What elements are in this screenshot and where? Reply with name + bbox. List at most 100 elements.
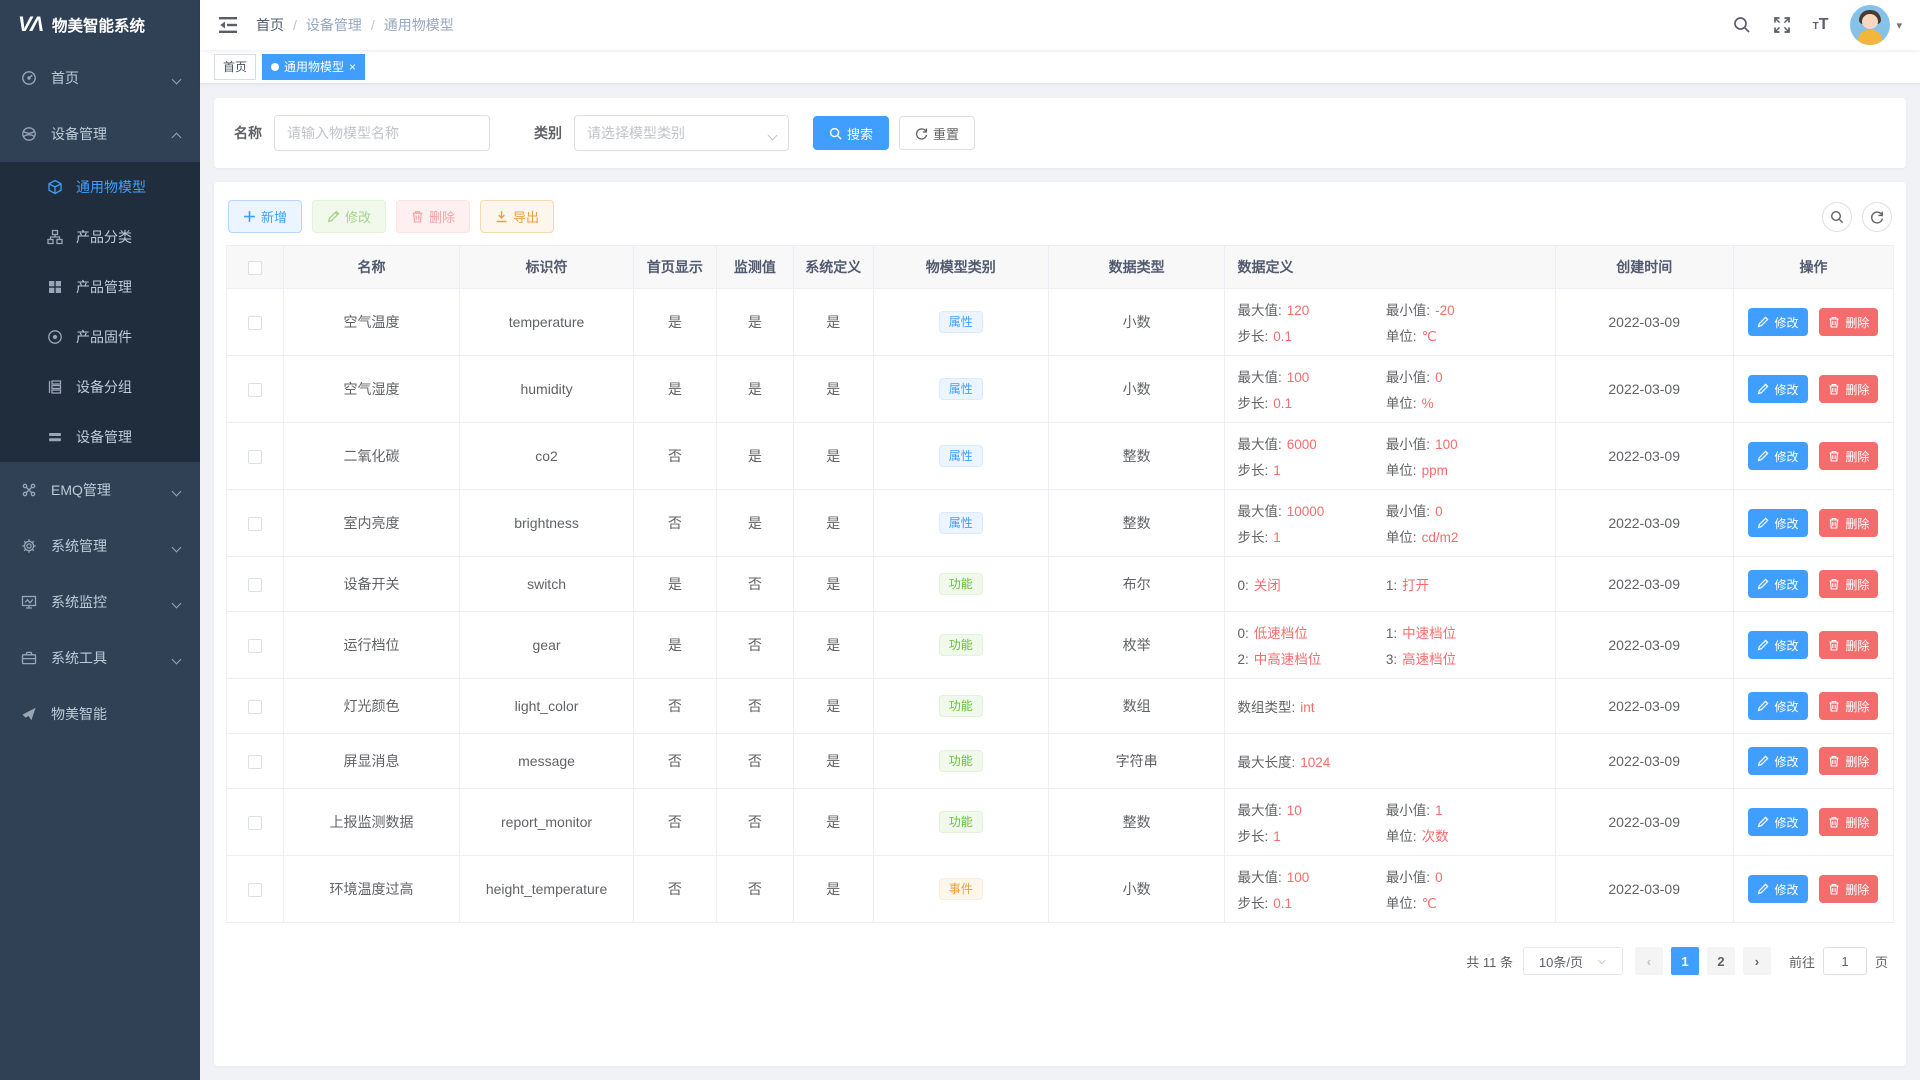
row-checkbox[interactable] bbox=[248, 450, 262, 464]
sidebar-subitem-device-list[interactable]: 设备管理 bbox=[0, 412, 200, 462]
category-badge: 事件 bbox=[939, 878, 983, 900]
search-button[interactable]: 搜索 bbox=[813, 116, 889, 150]
sidebar-fold-icon[interactable] bbox=[218, 15, 240, 35]
reset-button[interactable]: 重置 bbox=[899, 116, 975, 150]
sidebar-item-system-tools[interactable]: 系统工具 bbox=[0, 630, 200, 686]
definition-item: 1:打开 bbox=[1386, 574, 1547, 594]
page-button-1[interactable]: 1 bbox=[1671, 947, 1699, 975]
sidebar-item-home[interactable]: 首页 bbox=[0, 50, 200, 106]
row-delete-button[interactable]: 删除 bbox=[1819, 375, 1878, 403]
page-size-select[interactable]: 10条/页 bbox=[1523, 947, 1623, 975]
sidebar-subitem-product-category[interactable]: 产品分类 bbox=[0, 212, 200, 262]
page-buttons: ‹ 12 › bbox=[1635, 947, 1771, 975]
row-edit-button[interactable]: 修改 bbox=[1748, 808, 1807, 836]
table-header-row: 名称 标识符 首页显示 监测值 系统定义 物模型类别 数据类型 数据定义 创建时… bbox=[227, 246, 1894, 289]
app-logo[interactable]: VΛ 物美智能系统 bbox=[0, 0, 200, 50]
row-checkbox[interactable] bbox=[248, 883, 262, 897]
row-delete-button[interactable]: 删除 bbox=[1819, 509, 1878, 537]
breadcrumb-separator: / bbox=[293, 17, 297, 33]
row-delete-label: 删除 bbox=[1845, 698, 1869, 715]
cell-definition: 最大值:100最小值:0步长:0.1单位:% bbox=[1237, 366, 1546, 412]
row-edit-button[interactable]: 修改 bbox=[1748, 375, 1807, 403]
sidebar-subitem-product-manage[interactable]: 产品管理 bbox=[0, 262, 200, 312]
definition-item: 最大值:120 bbox=[1237, 299, 1385, 319]
category-filter-select[interactable]: 请选择模型类别 bbox=[574, 115, 789, 151]
row-checkbox[interactable] bbox=[248, 700, 262, 714]
goto-page-input[interactable] bbox=[1823, 947, 1867, 975]
sidebar-subitem-thing-model[interactable]: 通用物模型 bbox=[0, 162, 200, 212]
row-checkbox[interactable] bbox=[248, 639, 262, 653]
sidebar-subitem-device-group[interactable]: 设备分组 bbox=[0, 362, 200, 412]
breadcrumb-item-home[interactable]: 首页 bbox=[256, 15, 284, 35]
row-delete-button[interactable]: 删除 bbox=[1819, 442, 1878, 470]
row-checkbox[interactable] bbox=[248, 383, 262, 397]
cell-name: 二氧化碳 bbox=[283, 423, 460, 490]
select-all-checkbox[interactable] bbox=[248, 261, 262, 275]
sidebar-item-system-manage[interactable]: 系统管理 bbox=[0, 518, 200, 574]
col-header-home: 首页显示 bbox=[633, 246, 716, 289]
row-checkbox[interactable] bbox=[248, 816, 262, 830]
cell-monitor-value: 否 bbox=[717, 612, 794, 679]
cell-system-defined: 是 bbox=[793, 423, 873, 490]
table-row: 室内亮度 brightness 否 是 是 属性 整数 最大值:10000最小值… bbox=[227, 490, 1894, 557]
font-size-icon[interactable]: TT bbox=[1813, 16, 1829, 34]
breadcrumb-item-device[interactable]: 设备管理 bbox=[306, 15, 362, 35]
row-delete-button[interactable]: 删除 bbox=[1819, 570, 1878, 598]
table-row: 上报监测数据 report_monitor 否 否 是 功能 整数 最大值:10… bbox=[227, 789, 1894, 856]
chevron-down-icon bbox=[172, 541, 182, 551]
row-delete-button[interactable]: 删除 bbox=[1819, 631, 1878, 659]
sidebar-item-device-manage[interactable]: 设备管理 bbox=[0, 106, 200, 162]
toggle-search-button[interactable] bbox=[1822, 202, 1852, 232]
sidebar-item-emq-manage[interactable]: EMQ管理 bbox=[0, 462, 200, 518]
row-delete-label: 删除 bbox=[1845, 515, 1869, 532]
row-edit-button[interactable]: 修改 bbox=[1748, 442, 1807, 470]
goto-suffix: 页 bbox=[1875, 952, 1888, 971]
sidebar-item-label: 系统工具 bbox=[51, 648, 172, 668]
row-edit-button[interactable]: 修改 bbox=[1748, 570, 1807, 598]
row-edit-button[interactable]: 修改 bbox=[1748, 875, 1807, 903]
edit-button[interactable]: 修改 bbox=[312, 200, 386, 233]
row-edit-button[interactable]: 修改 bbox=[1748, 692, 1807, 720]
tag-current[interactable]: 通用物模型 × bbox=[262, 54, 365, 80]
cell-definition: 最大值:120最小值:-20步长:0.1单位:℃ bbox=[1237, 299, 1546, 345]
row-checkbox[interactable] bbox=[248, 517, 262, 531]
refresh-table-button[interactable] bbox=[1862, 202, 1892, 232]
name-filter-input[interactable] bbox=[274, 115, 490, 151]
row-delete-button[interactable]: 删除 bbox=[1819, 875, 1878, 903]
category-badge: 功能 bbox=[939, 695, 983, 717]
row-delete-button[interactable]: 删除 bbox=[1819, 692, 1878, 720]
row-edit-button[interactable]: 修改 bbox=[1748, 308, 1807, 336]
add-button-label: 新增 bbox=[261, 207, 287, 226]
sidebar-item-wumei-smart[interactable]: 物美智能 bbox=[0, 686, 200, 742]
row-checkbox[interactable] bbox=[248, 578, 262, 592]
row-delete-button[interactable]: 删除 bbox=[1819, 808, 1878, 836]
sidebar-item-system-monitor[interactable]: 系统监控 bbox=[0, 574, 200, 630]
row-edit-button[interactable]: 修改 bbox=[1748, 747, 1807, 775]
next-page-button[interactable]: › bbox=[1743, 947, 1771, 975]
search-icon[interactable] bbox=[1733, 16, 1751, 34]
chevron-down-icon bbox=[1598, 955, 1606, 963]
row-edit-button[interactable]: 修改 bbox=[1748, 509, 1807, 537]
fullscreen-icon[interactable] bbox=[1773, 16, 1791, 34]
row-edit-button[interactable]: 修改 bbox=[1748, 631, 1807, 659]
delete-button[interactable]: 删除 bbox=[396, 200, 470, 233]
cell-monitor-value: 是 bbox=[717, 423, 794, 490]
avatar[interactable] bbox=[1850, 5, 1890, 45]
row-checkbox[interactable] bbox=[248, 755, 262, 769]
breadcrumb-item-current: 通用物模型 bbox=[384, 15, 454, 35]
definition-item: 单位:ppm bbox=[1386, 459, 1547, 479]
row-checkbox[interactable] bbox=[248, 316, 262, 330]
tag-home[interactable]: 首页 bbox=[214, 54, 256, 80]
row-delete-button[interactable]: 删除 bbox=[1819, 308, 1878, 336]
row-delete-button[interactable]: 删除 bbox=[1819, 747, 1878, 775]
export-button[interactable]: 导出 bbox=[480, 200, 554, 233]
tag-close-icon[interactable]: × bbox=[349, 61, 356, 73]
definition-item: 3:高速档位 bbox=[1386, 648, 1547, 668]
cell-system-defined: 是 bbox=[793, 612, 873, 679]
sidebar-subitem-product-firmware[interactable]: 产品固件 bbox=[0, 312, 200, 362]
user-menu[interactable]: ▾ bbox=[1850, 5, 1902, 45]
definition-item: 0:关闭 bbox=[1237, 574, 1385, 594]
prev-page-button[interactable]: ‹ bbox=[1635, 947, 1663, 975]
page-button-2[interactable]: 2 bbox=[1707, 947, 1735, 975]
add-button[interactable]: 新增 bbox=[228, 200, 302, 233]
